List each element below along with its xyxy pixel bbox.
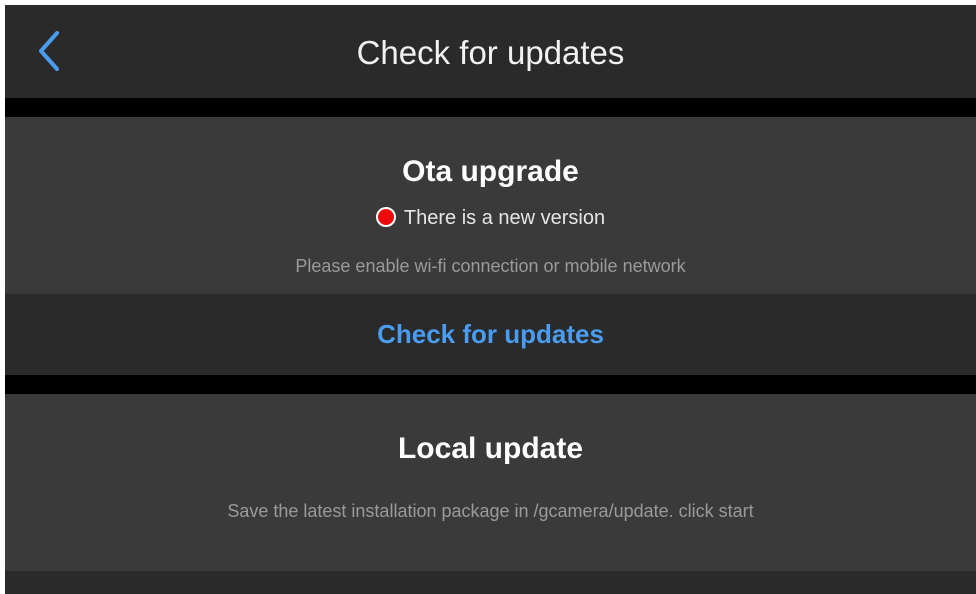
app-screen: Check for updates Ota upgrade There is a… <box>5 5 976 594</box>
network-hint: Please enable wi-fi connection or mobile… <box>295 256 686 276</box>
page-title: Check for updates <box>356 34 625 71</box>
red-dot-icon <box>375 207 396 227</box>
ota-upgrade-section: Ota upgrade There is a new version Pleas… <box>5 117 976 294</box>
ota-upgrade-title: Ota upgrade <box>402 155 579 188</box>
check-for-updates-label[interactable]: Check for updates <box>5 318 976 350</box>
check-for-updates-button[interactable]: Check for updates <box>5 294 976 375</box>
new-version-status-text: There is a new version <box>403 207 606 229</box>
top-bar: Check for updates <box>5 5 976 98</box>
local-update-section: Local update Save the latest installatio… <box>5 394 976 571</box>
local-update-hint: Save the latest installation package in … <box>227 501 754 521</box>
new-version-status: There is a new version <box>5 206 976 230</box>
local-update-action-bar[interactable] <box>5 571 976 594</box>
local-update-title: Local update <box>397 432 584 465</box>
